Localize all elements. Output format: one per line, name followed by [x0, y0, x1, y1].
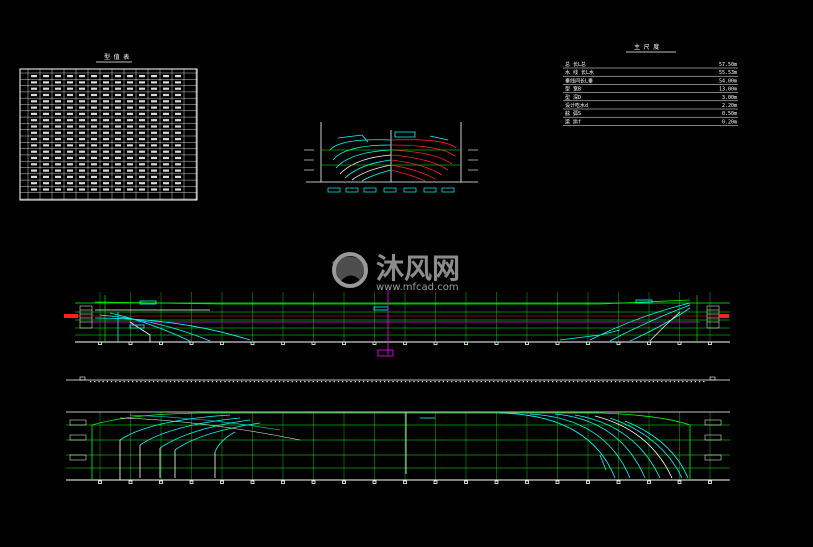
dimension-row: 水 线 长L水 55.53m	[563, 69, 738, 77]
dimension-row: 垂线间长L垂 54.00m	[563, 77, 738, 85]
offset-table-grid	[20, 69, 197, 200]
dimension-value: 0.50m	[722, 111, 737, 117]
offset-table-title: 型 值 表	[104, 53, 129, 61]
principal-dimensions: 主 尺 度 总 长L总 57.50m 水 线 长L水 55.53m 垂线间长L垂 54.0…	[563, 43, 738, 126]
dimension-value: 57.50m	[719, 62, 737, 68]
dimension-value: 3.00m	[722, 95, 737, 101]
dimension-label: 舷 弧S	[565, 110, 581, 117]
watermark-url: www.mfcad.com	[376, 282, 459, 293]
watermark-brand: 沐风网	[376, 252, 460, 285]
dimension-value: 55.53m	[719, 70, 737, 76]
lines-plan-drawing: 型 值 表 主 尺 度 总 长L总 57.50m水 线 长L水 55.53m垂线间长…	[19, 43, 738, 484]
dimension-value: 2.20m	[722, 103, 737, 109]
dimension-label: 型 宽B	[565, 86, 581, 93]
dimension-label: 设计吃水d	[565, 102, 588, 109]
watermark-logo-icon	[332, 252, 368, 288]
station-scale	[66, 376, 730, 383]
dimension-label: 水 线 长L水	[565, 69, 594, 76]
dimension-row: 型 深D 3.00m	[563, 94, 738, 102]
dimension-value: 54.00m	[719, 78, 737, 84]
dimension-row: 舷 弧S 0.50m	[563, 110, 738, 118]
dimension-value: 0.20m	[722, 119, 737, 125]
dimension-label: 垂线间长L垂	[565, 77, 593, 84]
dimension-row: 设计吃水d 2.20m	[563, 102, 738, 110]
principal-dimensions-rows: 总 长L总 57.50m 水 线 长L水 55.53m 垂线间长L垂 54.00m 型 宽B…	[563, 61, 738, 126]
dimension-row: 总 长L总 57.50m	[563, 61, 738, 69]
profile-plan	[64, 290, 730, 357]
dimension-label: 型 深D	[565, 94, 581, 101]
watermark: 沐风网 www.mfcad.com	[332, 252, 460, 293]
dimension-label: 总 长L总	[565, 61, 586, 68]
body-plan	[304, 122, 478, 193]
dimension-row: 梁 拱f 0.20m	[563, 118, 738, 126]
half-breadth-plan	[66, 411, 730, 484]
dimension-row: 型 宽B 13.00m	[563, 86, 738, 93]
principal-dimensions-title: 主 尺 度	[634, 43, 659, 51]
offset-table: 型 值 表	[19, 53, 198, 201]
dimension-value: 13.00m	[719, 87, 737, 93]
dimension-label: 梁 拱f	[565, 118, 581, 125]
